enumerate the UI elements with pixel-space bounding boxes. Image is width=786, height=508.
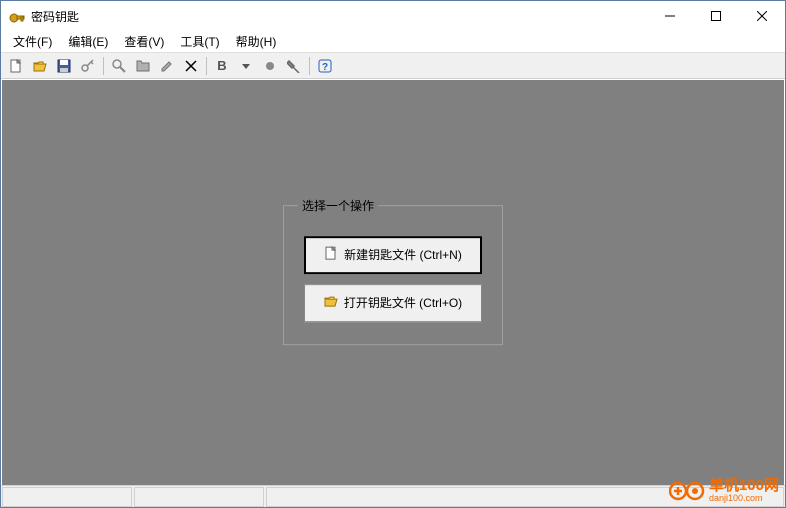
maximize-button[interactable] — [693, 1, 739, 31]
toolbar-separator — [309, 57, 310, 75]
save-icon[interactable] — [53, 55, 75, 77]
folder-icon[interactable] — [132, 55, 154, 77]
new-file-icon[interactable] — [5, 55, 27, 77]
new-key-file-button[interactable]: 新建钥匙文件 (Ctrl+N) — [304, 236, 482, 274]
help-icon[interactable]: ? — [314, 55, 336, 77]
app-icon — [9, 8, 25, 24]
workspace: 选择一个操作 新建钥匙文件 (Ctrl+N) 打开钥匙文件 (Ctrl+O) — [2, 80, 784, 485]
status-bar — [1, 485, 785, 507]
hammer-icon[interactable] — [283, 55, 305, 77]
title-bar: 密码钥匙 — [1, 1, 785, 31]
open-key-file-button[interactable]: 打开钥匙文件 (Ctrl+O) — [304, 284, 482, 322]
toolbar-separator — [103, 57, 104, 75]
record-icon[interactable] — [259, 55, 281, 77]
menu-view[interactable]: 查看(V) — [116, 31, 172, 52]
open-key-file-label: 打开钥匙文件 (Ctrl+O) — [344, 294, 462, 311]
open-file-icon[interactable] — [29, 55, 51, 77]
operation-legend: 选择一个操作 — [298, 197, 378, 214]
minimize-button[interactable] — [647, 1, 693, 31]
open-file-icon — [324, 294, 338, 311]
close-button[interactable] — [739, 1, 785, 31]
find-icon[interactable] — [108, 55, 130, 77]
status-pane-2 — [134, 487, 264, 507]
bold-icon[interactable]: B — [211, 55, 233, 77]
menu-bar: 文件(F) 编辑(E) 查看(V) 工具(T) 帮助(H) — [1, 31, 785, 53]
window-title: 密码钥匙 — [31, 8, 647, 25]
window-controls — [647, 1, 785, 31]
dropdown-icon[interactable] — [235, 55, 257, 77]
status-pane-1 — [2, 487, 132, 507]
new-key-file-label: 新建钥匙文件 (Ctrl+N) — [344, 246, 462, 263]
menu-help[interactable]: 帮助(H) — [228, 31, 285, 52]
menu-tools[interactable]: 工具(T) — [172, 31, 227, 52]
new-file-icon — [324, 246, 338, 263]
delete-icon[interactable] — [180, 55, 202, 77]
key-icon[interactable] — [77, 55, 99, 77]
toolbar-separator — [206, 57, 207, 75]
menu-file[interactable]: 文件(F) — [5, 31, 60, 52]
status-pane-3 — [266, 487, 784, 507]
toolbar: B ? — [1, 53, 785, 79]
svg-text:?: ? — [322, 62, 328, 73]
edit-icon[interactable] — [156, 55, 178, 77]
menu-edit[interactable]: 编辑(E) — [60, 31, 116, 52]
operation-panel: 选择一个操作 新建钥匙文件 (Ctrl+N) 打开钥匙文件 (Ctrl+O) — [283, 197, 503, 345]
